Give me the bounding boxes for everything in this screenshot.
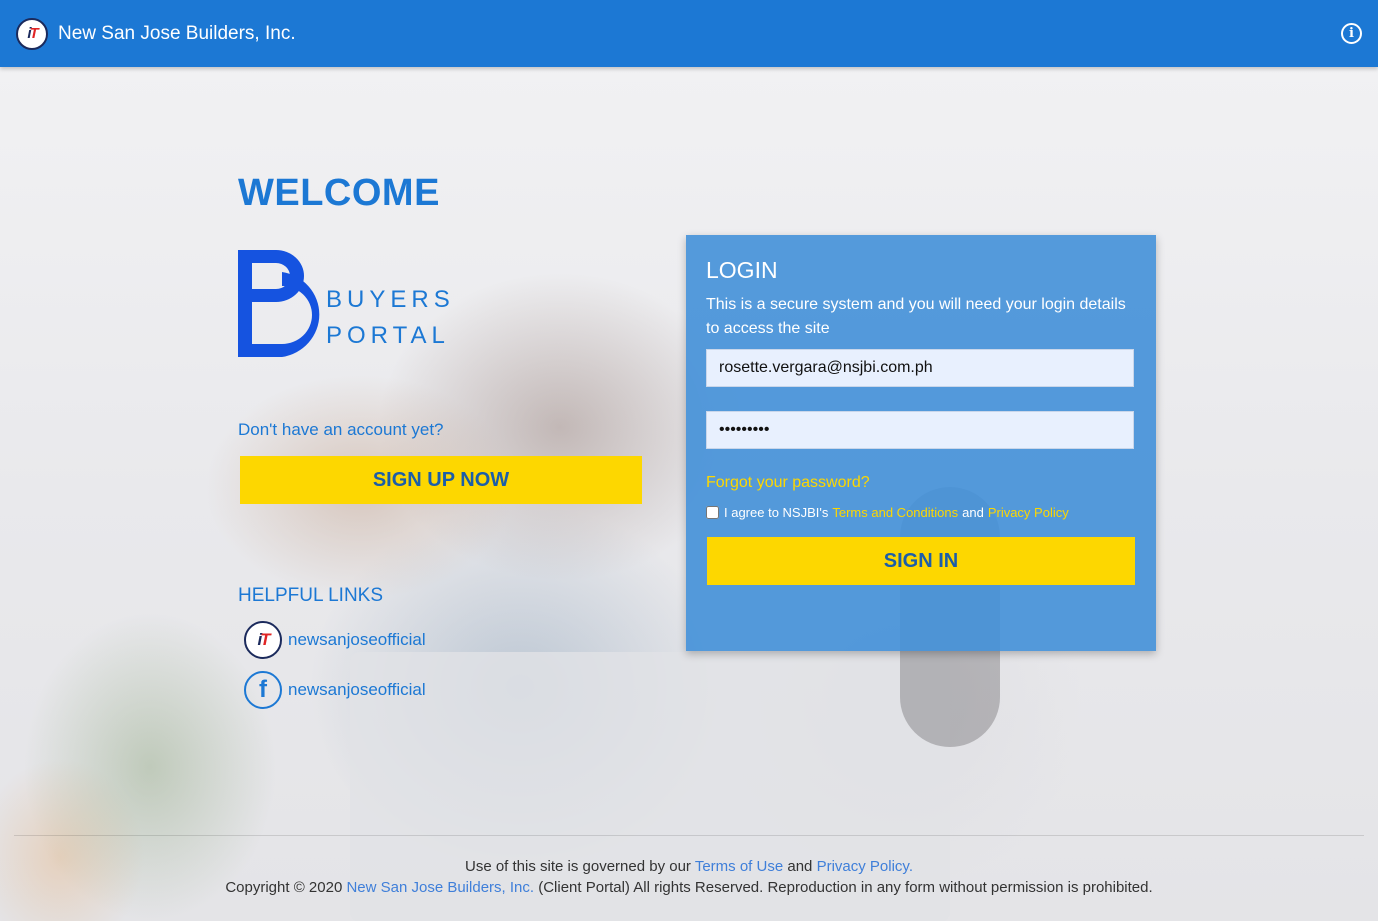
forgot-password-link[interactable]: Forgot your password? <box>706 474 870 492</box>
footer-and: and <box>787 858 813 875</box>
buyers-portal-b-icon <box>238 250 320 357</box>
agree-row: I agree to NSJBI's Terms and Conditions … <box>706 505 1069 520</box>
facebook-icon: f <box>244 671 282 709</box>
nsjbi-logo-icon: iT <box>244 621 282 659</box>
company-logo-icon[interactable]: iT <box>16 17 48 50</box>
portal-text: PORTAL <box>326 322 450 349</box>
copyright-suffix: (Client Portal) All rights Reserved. Rep… <box>538 879 1153 896</box>
footer-terms-line: Use of this site is governed by our Term… <box>0 858 1378 875</box>
helpful-link-label: newsanjoseofficial <box>288 680 426 699</box>
app-title: New San Jose Builders, Inc. <box>58 22 296 44</box>
welcome-heading: WELCOME <box>238 172 440 214</box>
top-bar: iT New San Jose Builders, Inc. i <box>0 0 1378 67</box>
helpful-link-facebook[interactable]: f newsanjoseofficial <box>244 671 426 709</box>
info-icon[interactable]: i <box>1341 23 1362 44</box>
sign-up-button[interactable]: SIGN UP NOW <box>240 456 642 504</box>
and-text: and <box>962 505 984 520</box>
password-field[interactable] <box>706 411 1134 449</box>
footer-terms-link[interactable]: Terms of Use <box>695 858 783 875</box>
footer-company-link[interactable]: New San Jose Builders, Inc. <box>346 879 534 896</box>
helpful-links-heading: HELPFUL LINKS <box>238 585 384 606</box>
no-account-prompt: Don't have an account yet? <box>238 420 444 439</box>
buyers-portal-logo: BUYERS PORTAL <box>238 248 450 358</box>
email-field[interactable] <box>706 349 1134 387</box>
footer-privacy-link[interactable]: Privacy Policy. <box>817 858 913 875</box>
agree-checkbox[interactable] <box>706 506 719 519</box>
footer-divider <box>14 835 1364 836</box>
login-title: LOGIN <box>706 257 778 283</box>
agree-text: I agree to NSJBI's <box>724 505 829 520</box>
terms-link[interactable]: Terms and Conditions <box>832 505 958 520</box>
copyright-prefix: Copyright © 2020 <box>225 879 343 896</box>
buyers-text: BUYERS <box>326 286 455 313</box>
footer-copyright: Copyright © 2020 New San Jose Builders, … <box>0 879 1378 896</box>
footer-text: Use of this site is governed by our <box>464 858 691 875</box>
sign-in-button[interactable]: SIGN IN <box>707 537 1135 585</box>
privacy-link[interactable]: Privacy Policy <box>988 505 1069 520</box>
login-panel: LOGIN This is a secure system and you wi… <box>686 235 1156 651</box>
helpful-link-website[interactable]: iT newsanjoseofficial <box>244 621 426 659</box>
helpful-link-label: newsanjoseofficial <box>288 630 426 649</box>
login-description: This is a secure system and you will nee… <box>706 296 1126 337</box>
